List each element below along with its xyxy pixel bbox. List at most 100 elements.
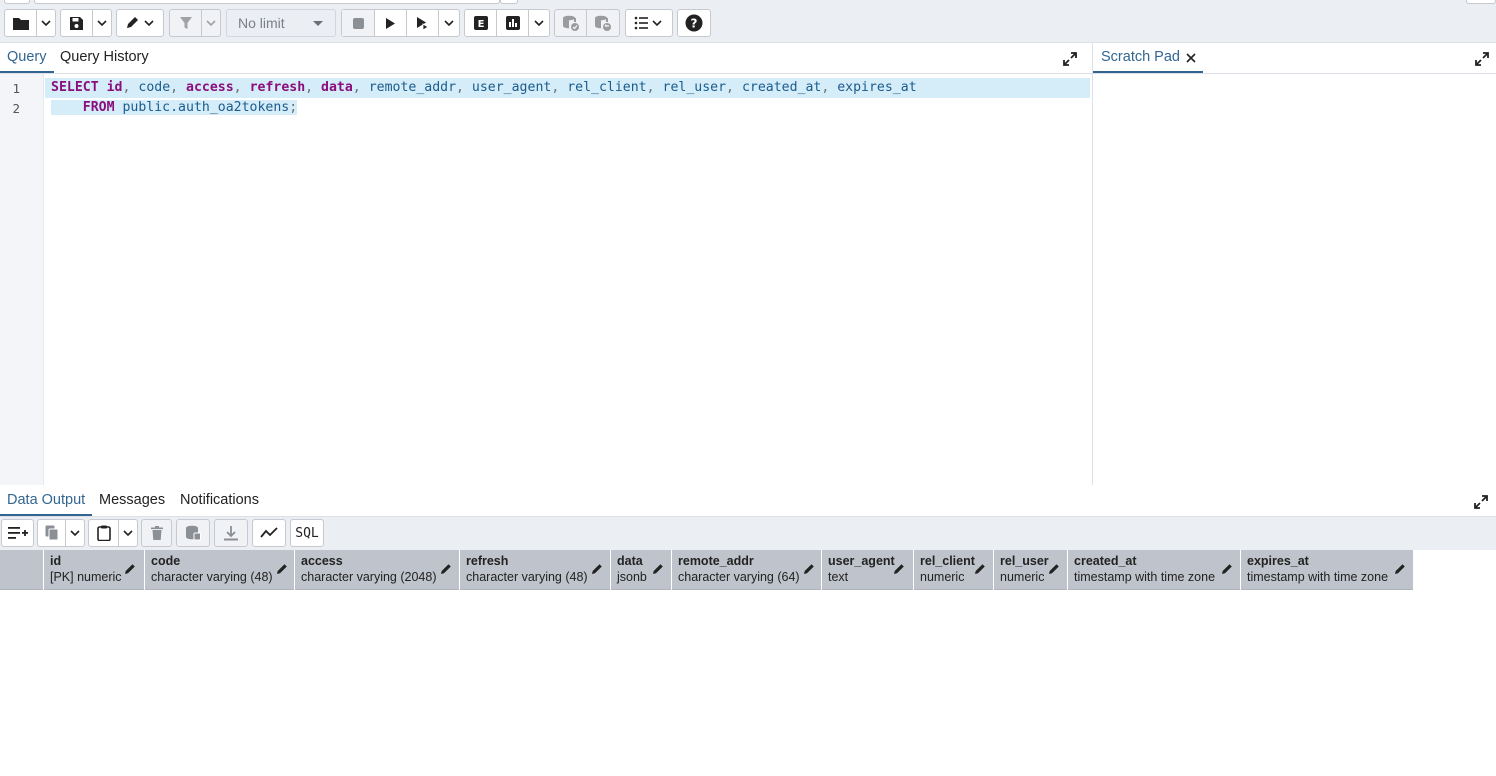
pen-icon[interactable] <box>124 563 136 575</box>
pen-icon[interactable] <box>974 563 986 575</box>
column-header-rel-client[interactable]: rel_client numeric <box>914 550 994 590</box>
tab-notifications[interactable]: Notifications <box>180 486 259 516</box>
tab-stub <box>4 0 30 4</box>
chevron-down-icon <box>97 20 107 26</box>
pen-icon[interactable] <box>591 563 603 575</box>
sql-editor[interactable]: 1 2 SELECT id, code, access, refresh, da… <box>0 74 1092 485</box>
tab-messages[interactable]: Messages <box>99 486 165 516</box>
pen-icon[interactable] <box>652 563 664 575</box>
row-limit-select[interactable]: No limit <box>226 9 336 37</box>
expand-icon[interactable] <box>1474 51 1490 67</box>
filter-button[interactable] <box>170 10 202 36</box>
delete-row-button[interactable] <box>141 519 172 547</box>
paste-menu-button[interactable] <box>119 520 137 546</box>
pen-icon[interactable] <box>803 563 815 575</box>
expand-icon[interactable] <box>1062 51 1078 67</box>
chevron-down-icon <box>444 20 454 26</box>
column-header-refresh[interactable]: refresh character varying (48) <box>460 550 611 590</box>
download-button[interactable] <box>214 519 248 547</box>
code-line[interactable]: SELECT id, code, access, refresh, data, … <box>45 78 1090 98</box>
pen-icon[interactable] <box>440 563 452 575</box>
column-name: created_at <box>1074 554 1137 568</box>
column-header-id[interactable]: id [PK] numeric <box>44 550 145 590</box>
pen-icon[interactable] <box>1394 563 1406 575</box>
row-limit-value: No limit <box>238 15 285 31</box>
keyword: FROM <box>82 100 115 115</box>
expand-icon[interactable] <box>1473 494 1489 510</box>
column-type: numeric <box>920 570 965 584</box>
explain-button[interactable]: E <box>465 10 497 36</box>
column-header-user-agent[interactable]: user_agent text <box>822 550 914 590</box>
open-file-menu-button[interactable] <box>37 10 55 36</box>
copy-button[interactable] <box>38 520 66 546</box>
column-token: access <box>186 80 234 95</box>
paste-button[interactable] <box>89 520 119 546</box>
save-data-button[interactable] <box>176 519 210 547</box>
code-line[interactable]: FROM public.auth_oa2tokens; <box>45 98 298 118</box>
rollback-button[interactable] <box>587 10 619 36</box>
explain-analyze-button[interactable] <box>497 10 529 36</box>
column-header-data[interactable]: data jsonb <box>611 550 672 590</box>
edit-menu-button[interactable] <box>116 9 164 37</box>
column-header-code[interactable]: code character varying (48) <box>145 550 295 590</box>
filter-group <box>169 9 221 37</box>
tab-query[interactable]: Query <box>0 43 54 73</box>
open-file-button[interactable] <box>5 10 37 36</box>
query-toolbar: No limit E ? <box>0 0 1496 43</box>
save-button[interactable] <box>61 10 93 36</box>
pen-icon[interactable] <box>1221 563 1233 575</box>
column-token: expires_at <box>837 80 917 95</box>
macros-button[interactable] <box>625 9 673 37</box>
stop-icon <box>352 17 364 29</box>
tab-query-history[interactable]: Query History <box>60 43 149 73</box>
scratch-pad-tabbar: Scratch Pad <box>1093 43 1496 74</box>
copy-group <box>37 519 85 547</box>
semicolon: ; <box>289 100 298 115</box>
execute-group <box>341 9 460 37</box>
query-tabbar: Query Query History <box>0 43 1092 74</box>
execute-menu-button[interactable] <box>439 10 459 36</box>
column-name: rel_user <box>1000 554 1049 568</box>
execute-script-button[interactable] <box>407 10 439 36</box>
open-file-group <box>4 9 56 37</box>
tab-data-output[interactable]: Data Output <box>0 486 93 516</box>
column-token: id <box>106 80 123 95</box>
column-header-rel-user[interactable]: rel_user numeric <box>994 550 1068 590</box>
column-type: [PK] numeric <box>50 570 122 584</box>
column-name: refresh <box>466 554 509 568</box>
tab-scratch-pad[interactable]: Scratch Pad <box>1093 43 1203 73</box>
tab-stub <box>500 0 518 4</box>
save-menu-button[interactable] <box>93 10 111 36</box>
explain-group: E <box>464 9 550 37</box>
output-tabbar: Data Output Messages Notifications <box>0 486 1496 517</box>
chevron-down-icon <box>206 20 216 26</box>
copy-menu-button[interactable] <box>66 520 84 546</box>
column-header-expires-at[interactable]: expires_at timestamp with time zone <box>1241 550 1414 590</box>
macros-icon <box>634 16 662 30</box>
execute-button[interactable] <box>375 10 407 36</box>
stop-button[interactable] <box>342 10 375 36</box>
add-row-button[interactable] <box>1 519 34 547</box>
explain-icon: E <box>473 16 488 30</box>
graph-visualiser-button[interactable] <box>252 519 286 547</box>
copy-icon <box>45 525 58 541</box>
pen-icon[interactable] <box>893 563 905 575</box>
sql-view-button[interactable]: SQL <box>290 519 324 547</box>
save-group <box>60 9 112 37</box>
column-header-created-at[interactable]: created_at timestamp with time zone <box>1068 550 1241 590</box>
pen-icon[interactable] <box>1048 563 1060 575</box>
column-name: remote_addr <box>678 554 754 568</box>
help-button[interactable]: ? <box>677 9 711 37</box>
edit-icon <box>127 17 154 28</box>
column-header-remote-addr[interactable]: remote_addr character varying (64) <box>672 550 822 590</box>
column-header-access[interactable]: access character varying (2048) <box>295 550 460 590</box>
commit-button[interactable] <box>555 10 588 36</box>
column-token: code <box>138 80 171 95</box>
row-number-header[interactable] <box>0 550 44 590</box>
close-icon[interactable] <box>1186 53 1196 63</box>
filter-menu-button[interactable] <box>202 10 220 36</box>
column-name: access <box>301 554 343 568</box>
explain-menu-button[interactable] <box>529 10 549 36</box>
pen-icon[interactable] <box>276 563 288 575</box>
column-token: rel_user <box>662 80 727 95</box>
